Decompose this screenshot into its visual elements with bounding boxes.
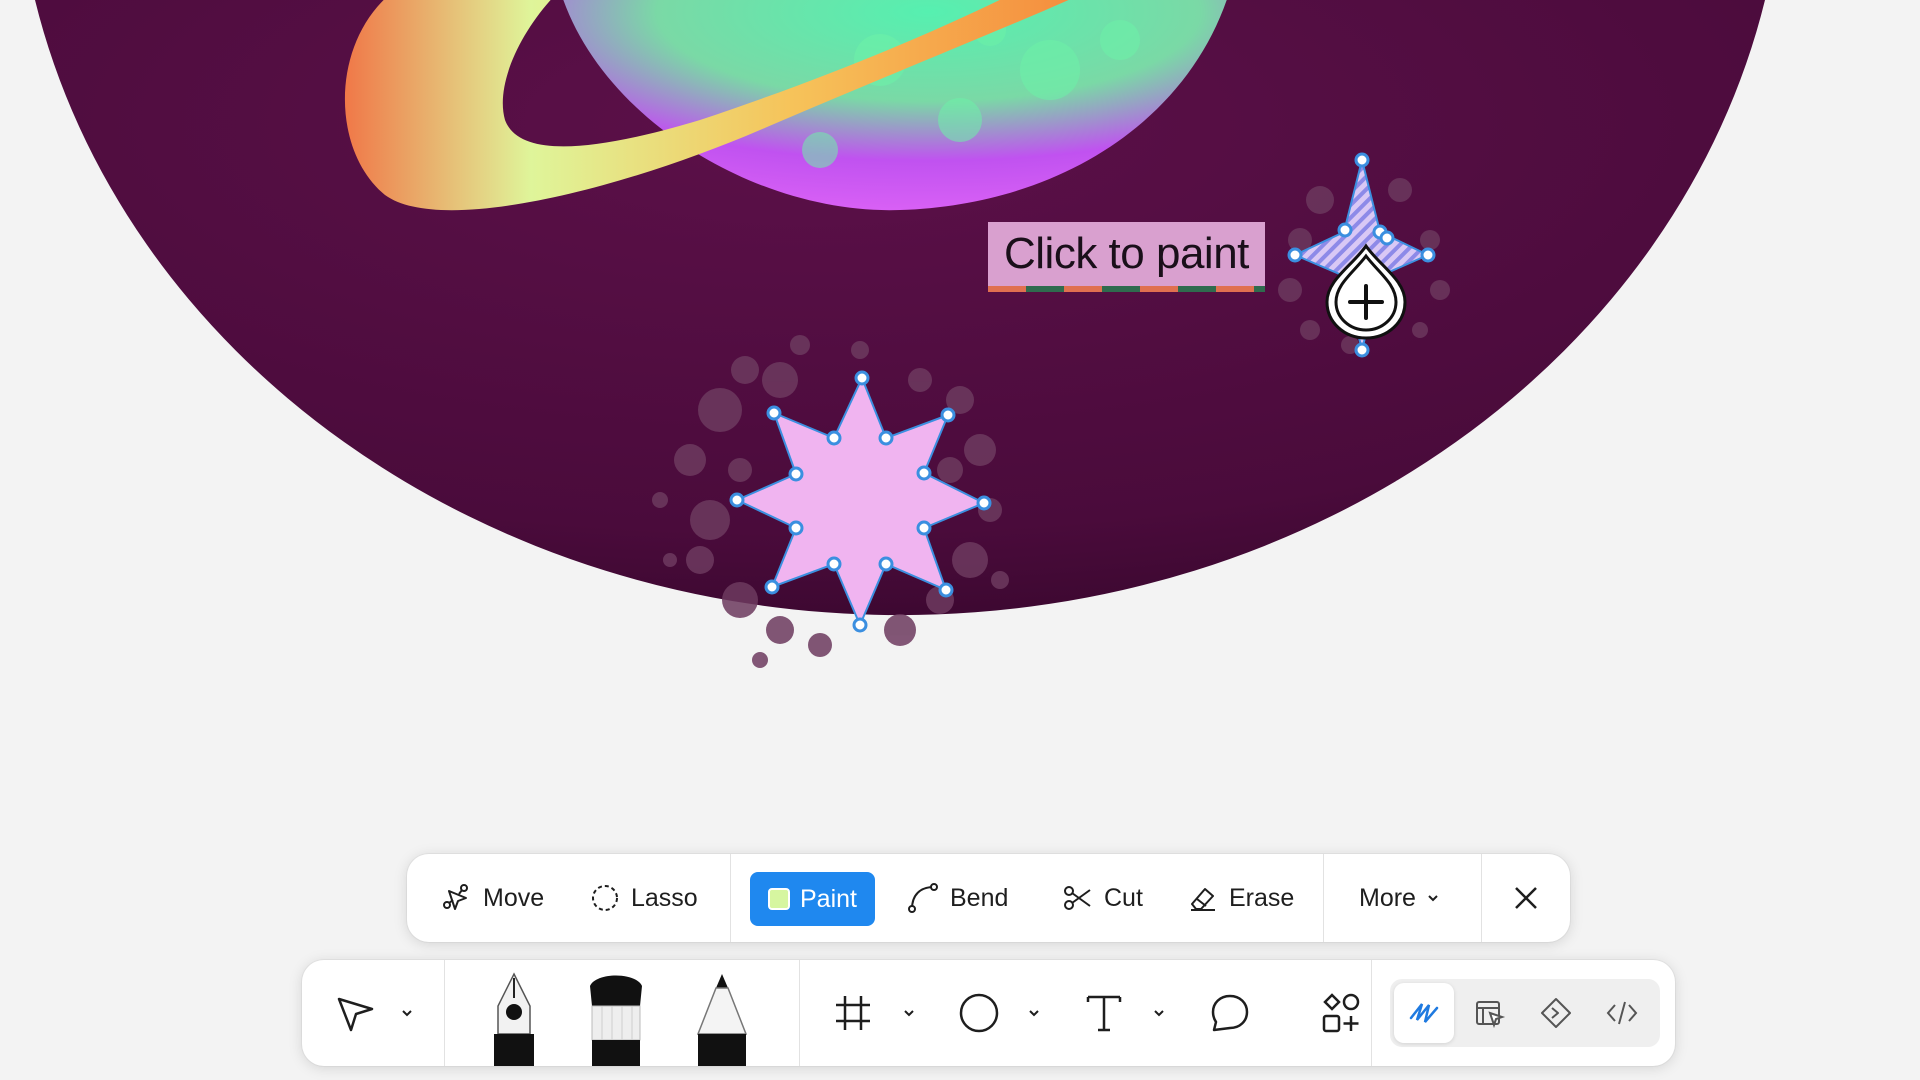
lasso-icon	[592, 885, 618, 911]
chevron-down-icon	[1428, 895, 1438, 902]
brush-icon	[590, 975, 642, 1066]
components-tool[interactable]	[1316, 988, 1366, 1038]
paint-swatch	[768, 888, 790, 910]
design-mode-icon	[1476, 1001, 1506, 1029]
bend-button[interactable]: Bend	[894, 872, 1020, 924]
close-icon	[1515, 887, 1537, 909]
toolbar-divider	[799, 960, 800, 1066]
click-to-paint-tooltip: Click to paint	[988, 222, 1265, 292]
erase-button[interactable]: Erase	[1175, 872, 1306, 924]
text-chevron-icon[interactable]	[1152, 1006, 1166, 1020]
brush-tool[interactable]	[584, 972, 648, 1066]
dev-mode-button[interactable]	[1592, 983, 1652, 1043]
vector-edit-toolbar: Move Lasso Paint Bend Cut Erase More	[407, 854, 1570, 942]
text-icon	[1086, 995, 1122, 1032]
paint-button[interactable]: Paint	[750, 872, 875, 926]
frame-chevron-icon[interactable]	[902, 1006, 916, 1020]
erase-label: Erase	[1229, 883, 1295, 912]
text-tool[interactable]	[1079, 988, 1129, 1038]
pen-icon	[494, 972, 534, 1066]
prototype-mode-button[interactable]	[1526, 983, 1586, 1043]
ellipse-tool[interactable]	[954, 988, 1004, 1038]
pointer-tool[interactable]	[330, 988, 380, 1038]
tooltip-text: Click to paint	[1004, 229, 1249, 278]
toolbar-divider	[1481, 854, 1482, 942]
more-button[interactable]: More	[1347, 872, 1452, 924]
draw-mode-icon	[1409, 1003, 1439, 1023]
draw-mode-button[interactable]	[1394, 983, 1454, 1043]
move-button[interactable]: Move	[429, 872, 556, 924]
comment-icon	[1211, 994, 1249, 1032]
frame-icon	[836, 996, 870, 1030]
frame-tool[interactable]	[828, 988, 878, 1038]
pointer-chevron-icon[interactable]	[400, 1006, 414, 1020]
pencil-icon	[696, 974, 748, 1066]
paint-label: Paint	[800, 884, 857, 913]
tooltip-stripe	[988, 286, 1265, 292]
pointer-icon	[337, 997, 374, 1032]
pencil-tool[interactable]	[690, 972, 754, 1066]
lasso-label: Lasso	[631, 883, 698, 912]
cut-label: Cut	[1104, 883, 1143, 912]
main-toolbar	[302, 960, 1675, 1066]
toolbar-divider	[444, 960, 445, 1066]
move-label: Move	[483, 883, 545, 912]
toolbar-divider	[1371, 960, 1372, 1066]
pen-tool[interactable]	[482, 972, 546, 1066]
scissors-icon	[1064, 886, 1091, 910]
move-icon	[443, 884, 468, 910]
bend-label: Bend	[950, 883, 1009, 912]
bend-icon	[908, 883, 938, 913]
toolbar-divider	[1323, 854, 1324, 942]
ellipse-chevron-icon[interactable]	[1027, 1006, 1041, 1020]
more-label: More	[1359, 883, 1416, 912]
components-icon	[1322, 993, 1360, 1033]
comment-tool[interactable]	[1205, 988, 1255, 1038]
lasso-button[interactable]: Lasso	[577, 872, 710, 924]
eraser-icon	[1191, 888, 1215, 911]
prototype-mode-icon	[1541, 998, 1571, 1028]
ellipse-icon	[959, 993, 999, 1033]
cut-button[interactable]: Cut	[1050, 872, 1155, 924]
close-button[interactable]	[1501, 872, 1551, 924]
design-mode-button[interactable]	[1460, 983, 1520, 1043]
mode-switcher	[1390, 979, 1660, 1047]
toolbar-divider	[730, 854, 731, 942]
code-icon	[1606, 1001, 1638, 1025]
